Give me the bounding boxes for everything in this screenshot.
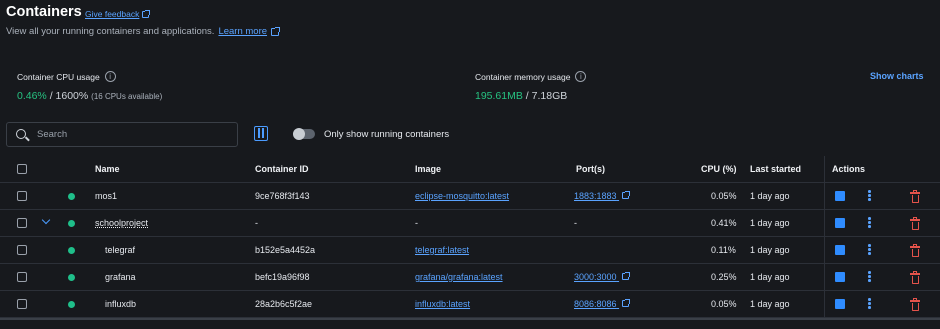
delete-icon[interactable]	[910, 190, 920, 203]
row-checkbox[interactable]	[17, 218, 27, 228]
image-value: -	[415, 218, 418, 228]
table-row[interactable]: schoolproject - - - 0.41% 1 day ago	[0, 210, 940, 237]
column-container-id[interactable]: Container ID	[255, 164, 309, 174]
last-started: 1 day ago	[750, 218, 790, 228]
running-only-toggle[interactable]	[293, 128, 315, 140]
column-last-started[interactable]: Last started	[750, 164, 801, 174]
column-ports[interactable]: Port(s)	[576, 164, 605, 174]
give-feedback-link[interactable]: Give feedback	[85, 9, 151, 19]
more-options-icon[interactable]	[868, 271, 871, 283]
container-name[interactable]: telegraf	[105, 245, 135, 255]
stop-icon[interactable]	[835, 272, 845, 282]
cpu-value: 0.05%	[711, 191, 737, 201]
search-icon	[16, 129, 26, 139]
status-running-dot	[68, 220, 75, 227]
info-icon[interactable]: i	[575, 71, 587, 82]
external-link-icon	[271, 26, 281, 36]
column-cpu[interactable]: CPU (%)	[701, 164, 737, 174]
row-checkbox[interactable]	[17, 272, 27, 282]
cpu-value: 0.11%	[711, 245, 736, 255]
stop-icon[interactable]	[835, 245, 845, 255]
last-started: 1 day ago	[750, 272, 790, 282]
external-link-icon	[622, 299, 631, 307]
more-options-icon[interactable]	[868, 298, 871, 310]
table-bottom-border	[0, 318, 940, 320]
cpu-usage-label: Container CPU usage i	[17, 71, 116, 82]
table-row[interactable]: grafana befc19a96f98 grafana/grafana:lat…	[0, 264, 940, 291]
image-link[interactable]: influxdb:latest	[415, 299, 470, 309]
last-started: 1 day ago	[750, 191, 790, 201]
status-running-dot	[68, 301, 75, 308]
page-title: Containers	[6, 4, 82, 20]
learn-more-link[interactable]: Learn more	[218, 26, 267, 37]
ports-value: -	[574, 218, 577, 228]
more-options-icon[interactable]	[868, 217, 871, 229]
column-image[interactable]: Image	[415, 164, 441, 174]
column-actions: Actions	[832, 164, 866, 174]
ports-link[interactable]: 3000:3000	[574, 272, 631, 282]
delete-icon[interactable]	[910, 298, 920, 311]
last-started: 1 day ago	[750, 299, 790, 309]
table-header: Name Container ID Image Port(s) CPU (%) …	[0, 156, 940, 183]
image-link[interactable]: eclipse-mosquitto:latest	[415, 191, 509, 201]
page-subtitle: View all your running containers and app…	[6, 26, 281, 37]
more-options-icon[interactable]	[868, 244, 871, 256]
stop-icon[interactable]	[835, 191, 845, 201]
external-link-icon	[622, 272, 631, 280]
chevron-down-icon[interactable]	[41, 215, 51, 225]
container-name[interactable]: grafana	[105, 272, 136, 282]
last-started: 1 day ago	[750, 245, 790, 255]
container-name[interactable]: mos1	[95, 191, 117, 201]
memory-usage-value: 195.61MB / 7.18GB	[475, 90, 568, 102]
container-name[interactable]: influxdb	[105, 299, 136, 309]
row-checkbox[interactable]	[17, 245, 27, 255]
container-id: b152e5a4452a	[255, 245, 316, 255]
status-running-dot	[68, 193, 75, 200]
table-row[interactable]: telegraf b152e5a4452a telegraf:latest 0.…	[0, 237, 940, 264]
container-name[interactable]: schoolproject	[95, 218, 148, 228]
image-link[interactable]: telegraf:latest	[415, 245, 469, 255]
containers-table: Name Container ID Image Port(s) CPU (%) …	[0, 156, 940, 318]
feedback-icon	[142, 9, 151, 18]
image-link[interactable]: grafana/grafana:latest	[415, 272, 503, 282]
status-running-dot	[68, 247, 75, 254]
cpu-value: 0.25%	[711, 272, 737, 282]
delete-icon[interactable]	[910, 271, 920, 284]
stop-icon[interactable]	[835, 218, 845, 228]
show-charts-button[interactable]: Show charts	[870, 71, 924, 81]
external-link-icon	[622, 191, 631, 199]
column-name[interactable]: Name	[95, 164, 120, 174]
memory-usage-label: Container memory usage i	[475, 71, 587, 82]
row-checkbox[interactable]	[17, 191, 27, 201]
delete-icon[interactable]	[910, 244, 920, 257]
cpu-value: 0.05%	[711, 299, 737, 309]
container-id: 9ce768f3f143	[255, 191, 310, 201]
container-id: befc19a96f98	[255, 272, 310, 282]
search-input[interactable]	[37, 127, 232, 142]
columns-icon[interactable]	[254, 126, 268, 141]
select-all-checkbox[interactable]	[17, 164, 27, 174]
container-id: -	[255, 218, 258, 228]
search-box[interactable]	[6, 122, 238, 147]
table-row[interactable]: mos1 9ce768f3f143 eclipse-mosquitto:late…	[0, 183, 940, 210]
container-id: 28a2b6c5f2ae	[255, 299, 313, 309]
cpu-value: 0.41%	[711, 218, 737, 228]
actions-column-divider	[824, 156, 825, 318]
running-only-label: Only show running containers	[324, 129, 450, 140]
ports-link[interactable]: 1883:1883	[574, 191, 631, 201]
row-checkbox[interactable]	[17, 299, 27, 309]
table-row[interactable]: influxdb 28a2b6c5f2ae influxdb:latest 80…	[0, 291, 940, 318]
cpu-usage-value: 0.46% / 1600% (16 CPUs available)	[17, 90, 163, 102]
delete-icon[interactable]	[910, 217, 920, 230]
ports-link[interactable]: 8086:8086	[574, 299, 631, 309]
info-icon[interactable]: i	[104, 71, 116, 82]
more-options-icon[interactable]	[868, 190, 871, 202]
status-running-dot	[68, 274, 75, 281]
stop-icon[interactable]	[835, 299, 845, 309]
